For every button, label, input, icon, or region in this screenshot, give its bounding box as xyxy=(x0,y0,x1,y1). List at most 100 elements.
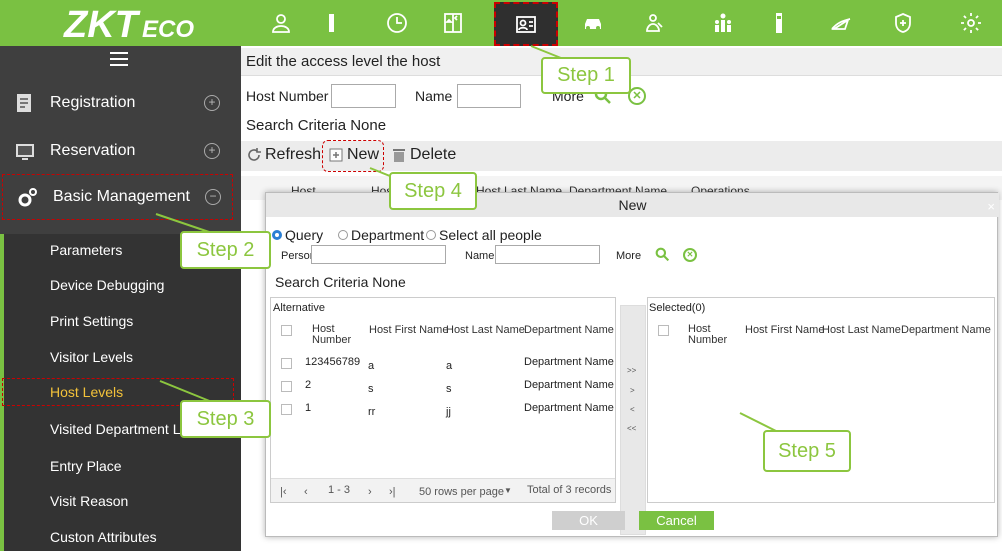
expand-icon[interactable]: + xyxy=(204,143,220,159)
shield-icon[interactable] xyxy=(888,8,918,38)
host-number-input[interactable] xyxy=(331,84,396,108)
cell-first-name: a xyxy=(368,360,375,372)
sidebar-item-label: Reservation xyxy=(50,142,136,159)
sidebar-item-device-debugging[interactable]: Device Debugging xyxy=(50,277,164,293)
move-all-right-button[interactable]: >> xyxy=(627,366,636,375)
selected-title: Selected(0) xyxy=(649,302,706,314)
move-right-button[interactable]: > xyxy=(630,386,635,395)
tower-icon[interactable] xyxy=(764,8,794,38)
clear-search-icon[interactable]: ✕ xyxy=(683,248,697,262)
cell-department: Department Name xyxy=(524,356,614,368)
sidebar-item-reservation[interactable]: Reservation + xyxy=(0,128,241,174)
refresh-icon xyxy=(248,148,261,161)
cell-host-number: 123456789 xyxy=(305,356,361,368)
col-first-name: Host First Name xyxy=(745,324,825,336)
page-range: 1 - 3 xyxy=(328,484,351,496)
step-3-callout: Step 3 xyxy=(180,400,271,438)
last-page-button[interactable]: ›| xyxy=(389,486,396,498)
radio-icon xyxy=(426,230,436,240)
svg-text:ECO: ECO xyxy=(142,16,194,42)
radio-icon xyxy=(338,230,348,240)
total-records: Total of 3 records xyxy=(527,484,612,496)
next-page-button[interactable]: › xyxy=(368,486,372,498)
sidebar-item-basic-management[interactable]: Basic Management − xyxy=(2,174,233,220)
door-icon[interactable] xyxy=(320,8,350,38)
col-host-number: Host Number xyxy=(688,323,728,346)
row-checkbox[interactable] xyxy=(281,358,292,369)
org-icon[interactable] xyxy=(708,8,738,38)
cell-host-number: 2 xyxy=(305,379,312,391)
more-link[interactable]: More xyxy=(616,250,641,262)
close-icon[interactable]: × xyxy=(987,195,995,219)
car-icon[interactable] xyxy=(578,8,608,38)
pen-icon[interactable] xyxy=(826,8,856,38)
radio-query-label: Query xyxy=(285,227,324,243)
dialog-title: New xyxy=(618,197,647,213)
sidebar-item-custom-attributes[interactable]: Custon Attributes xyxy=(50,529,157,545)
radio-select-all[interactable]: Select all people xyxy=(426,227,542,243)
cell-department: Department Name xyxy=(524,379,614,391)
sidebar-item-label: Registration xyxy=(50,94,136,111)
settings-icon[interactable] xyxy=(956,8,986,38)
sidebar-item-visitor-levels[interactable]: Visitor Levels xyxy=(50,349,133,365)
alternative-title: Alternative xyxy=(273,302,325,314)
delete-button[interactable]: Delete xyxy=(391,146,456,164)
patrol-icon[interactable] xyxy=(640,8,670,38)
zkteco-logo: ZKT ECO xyxy=(63,4,194,42)
delete-icon xyxy=(393,149,405,162)
sidebar-item-label: Basic Management xyxy=(53,188,190,205)
menu-collapse-icon[interactable] xyxy=(110,52,128,66)
cell-first-name: s xyxy=(368,383,374,395)
search-criteria: Search Criteria None xyxy=(275,274,406,290)
personnel-id-input[interactable] xyxy=(311,245,446,264)
expand-icon[interactable]: + xyxy=(204,95,220,111)
cell-first-name: rr xyxy=(368,406,376,418)
sidebar-item-entry-place[interactable]: Entry Place xyxy=(50,458,122,474)
reservation-icon xyxy=(16,144,34,160)
col-first-name: Host First Name xyxy=(369,324,449,336)
sidebar-item-parameters[interactable]: Parameters xyxy=(50,242,122,258)
move-left-button[interactable]: < xyxy=(630,405,635,414)
clock-icon[interactable] xyxy=(382,8,412,38)
col-department: Department Name xyxy=(524,324,614,336)
sidebar-item-visit-reason[interactable]: Visit Reason xyxy=(50,493,128,509)
select-all-checkbox[interactable] xyxy=(281,325,292,336)
step-5-callout: Step 5 xyxy=(763,430,851,472)
elevator-icon[interactable] xyxy=(438,8,468,38)
radio-query[interactable]: Query xyxy=(272,227,323,243)
row-checkbox[interactable] xyxy=(281,381,292,392)
name-label: Name xyxy=(465,250,495,262)
new-button-highlight xyxy=(322,140,384,172)
first-page-button[interactable]: |‹ xyxy=(280,486,287,498)
ok-button[interactable]: OK xyxy=(552,511,625,530)
visitor-icon[interactable] xyxy=(494,2,558,46)
sidebar-item-registration[interactable]: Registration + xyxy=(0,80,241,126)
name-input[interactable] xyxy=(495,245,600,264)
collapse-icon[interactable]: − xyxy=(205,189,221,205)
refresh-button[interactable]: Refresh xyxy=(246,146,321,164)
radio-select-all-label: Select all people xyxy=(439,227,542,243)
delete-label: Delete xyxy=(410,146,457,163)
sidebar: Registration + Reservation + Basic Manag… xyxy=(0,46,241,551)
page-title: Edit the access level the host xyxy=(246,53,441,70)
prev-page-button[interactable]: ‹ xyxy=(304,486,308,498)
row-checkbox[interactable] xyxy=(281,404,292,415)
name-label: Name xyxy=(415,88,453,104)
search-icon[interactable] xyxy=(655,247,670,262)
sidebar-item-print-settings[interactable]: Print Settings xyxy=(50,313,133,329)
select-all-checkbox[interactable] xyxy=(658,325,669,336)
name-input[interactable] xyxy=(457,84,521,108)
transfer-buttons: >> > < << xyxy=(620,305,646,535)
chevron-down-icon[interactable]: ▼ xyxy=(504,486,512,495)
cancel-button[interactable]: Cancel xyxy=(639,511,714,530)
cell-host-number: 1 xyxy=(305,402,312,414)
alternative-panel: Alternative Host Number Host First Name … xyxy=(270,297,616,503)
user-icon[interactable] xyxy=(266,8,296,38)
radio-department[interactable]: Department xyxy=(338,227,424,243)
step-1-callout: Step 1 xyxy=(541,57,631,94)
rows-per-page-select[interactable]: 50 rows per page xyxy=(419,486,504,498)
host-number-label: Host Number xyxy=(246,88,329,104)
move-all-left-button[interactable]: << xyxy=(627,424,636,433)
search-criteria: Search Criteria None xyxy=(246,117,387,134)
col-last-name: Host Last Name xyxy=(822,324,901,336)
